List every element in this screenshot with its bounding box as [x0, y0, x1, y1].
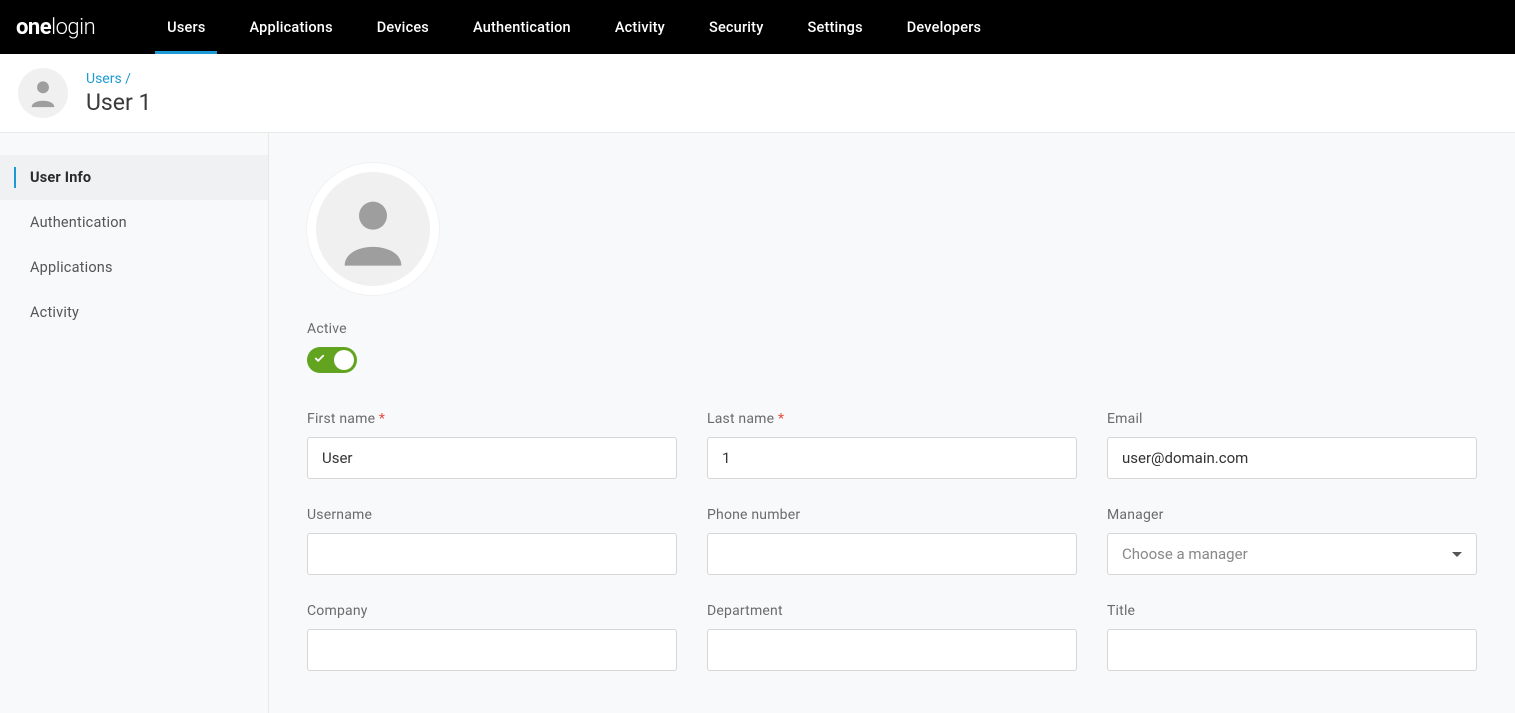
nav-authentication[interactable]: Authentication: [451, 0, 593, 54]
user-silhouette-icon: [333, 189, 413, 269]
nav-applications[interactable]: Applications: [227, 0, 354, 54]
department-input[interactable]: [707, 629, 1077, 671]
active-label: Active: [307, 321, 1477, 337]
title-label: Title: [1107, 603, 1477, 619]
username-label: Username: [307, 507, 677, 523]
department-field-wrap: Department: [707, 603, 1077, 671]
content-layout: User Info Authentication Applications Ac…: [0, 133, 1515, 713]
last-name-input[interactable]: [707, 437, 1077, 479]
first-name-label: First name *: [307, 411, 677, 427]
primary-nav: Users Applications Devices Authenticatio…: [145, 0, 1003, 54]
first-name-field-wrap: First name *: [307, 411, 677, 479]
email-field-wrap: Email: [1107, 411, 1477, 479]
sidebar-item-activity[interactable]: Activity: [0, 290, 268, 335]
breadcrumb-users[interactable]: Users /: [86, 71, 151, 87]
department-label: Department: [707, 603, 1077, 619]
manager-label: Manager: [1107, 507, 1477, 523]
toggle-knob: [334, 350, 354, 370]
nav-activity[interactable]: Activity: [593, 0, 687, 54]
manager-select[interactable]: Choose a manager: [1107, 533, 1477, 575]
page-title: User 1: [86, 89, 151, 116]
caret-down-icon: [1452, 552, 1462, 557]
title-input[interactable]: [1107, 629, 1477, 671]
nav-devices[interactable]: Devices: [355, 0, 451, 54]
user-avatar-small: [18, 68, 68, 118]
title-field-wrap: Title: [1107, 603, 1477, 671]
last-name-field-wrap: Last name *: [707, 411, 1077, 479]
sidebar-item-authentication[interactable]: Authentication: [0, 200, 268, 245]
company-input[interactable]: [307, 629, 677, 671]
phone-input[interactable]: [707, 533, 1077, 575]
user-avatar-large-wrap[interactable]: [307, 163, 439, 295]
required-star: *: [379, 411, 385, 427]
top-nav-bar: onelogin Users Applications Devices Auth…: [0, 0, 1515, 54]
nav-developers[interactable]: Developers: [885, 0, 1003, 54]
last-name-label: Last name *: [707, 411, 1077, 427]
email-label: Email: [1107, 411, 1477, 427]
username-input[interactable]: [307, 533, 677, 575]
manager-field-wrap: Manager Choose a manager: [1107, 507, 1477, 575]
check-icon: [314, 353, 325, 367]
email-input[interactable]: [1107, 437, 1477, 479]
sidebar: User Info Authentication Applications Ac…: [0, 133, 269, 713]
user-silhouette-icon: [26, 76, 60, 110]
brand-logo: onelogin: [16, 15, 95, 40]
required-star: *: [778, 411, 784, 427]
nav-security[interactable]: Security: [687, 0, 786, 54]
user-avatar-large: [316, 172, 430, 286]
nav-settings[interactable]: Settings: [786, 0, 885, 54]
manager-placeholder: Choose a manager: [1122, 545, 1248, 563]
main-content: Active First name * Last name * Em: [269, 133, 1515, 713]
company-label: Company: [307, 603, 677, 619]
page-header: Users / User 1: [0, 54, 1515, 133]
nav-users[interactable]: Users: [145, 0, 227, 54]
active-toggle[interactable]: [307, 347, 357, 373]
company-field-wrap: Company: [307, 603, 677, 671]
breadcrumb-wrap: Users / User 1: [86, 71, 151, 116]
sidebar-item-user-info[interactable]: User Info: [0, 155, 268, 200]
phone-field-wrap: Phone number: [707, 507, 1077, 575]
sidebar-item-applications[interactable]: Applications: [0, 245, 268, 290]
brand-post: login: [51, 15, 95, 40]
form-grid: First name * Last name * Email Username …: [307, 411, 1477, 671]
username-field-wrap: Username: [307, 507, 677, 575]
first-name-input[interactable]: [307, 437, 677, 479]
brand-pre: one: [16, 15, 51, 40]
phone-label: Phone number: [707, 507, 1077, 523]
